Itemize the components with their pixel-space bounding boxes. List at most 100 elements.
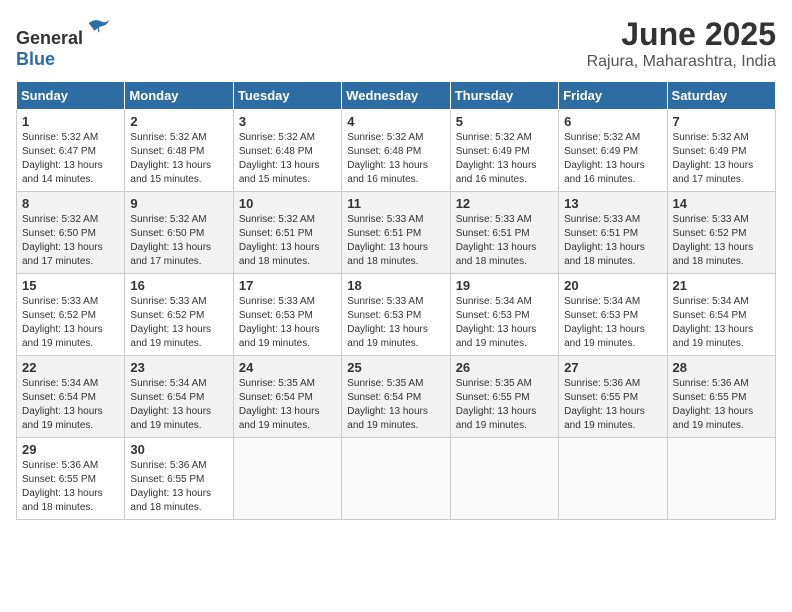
logo-bird-icon [85, 16, 113, 44]
location-subtitle: Rajura, Maharashtra, India [587, 53, 776, 71]
day-info: Sunrise: 5:33 AM Sunset: 6:52 PM Dayligh… [673, 213, 770, 269]
logo: General Blue [16, 16, 113, 70]
calendar-cell: 21 Sunrise: 5:34 AM Sunset: 6:54 PM Dayl… [667, 274, 775, 356]
header-cell-monday: Monday [125, 82, 233, 110]
header-cell-sunday: Sunday [17, 82, 125, 110]
day-number: 4 [347, 114, 444, 129]
day-number: 8 [22, 196, 119, 211]
day-info: Sunrise: 5:36 AM Sunset: 6:55 PM Dayligh… [130, 459, 227, 515]
calendar-header: SundayMondayTuesdayWednesdayThursdayFrid… [17, 82, 776, 110]
title-area: June 2025 Rajura, Maharashtra, India [587, 16, 776, 71]
day-number: 29 [22, 442, 119, 457]
day-info: Sunrise: 5:32 AM Sunset: 6:48 PM Dayligh… [130, 131, 227, 187]
day-number: 23 [130, 360, 227, 375]
calendar-cell: 19 Sunrise: 5:34 AM Sunset: 6:53 PM Dayl… [450, 274, 558, 356]
day-info: Sunrise: 5:33 AM Sunset: 6:51 PM Dayligh… [564, 213, 661, 269]
day-number: 30 [130, 442, 227, 457]
calendar-cell: 7 Sunrise: 5:32 AM Sunset: 6:49 PM Dayli… [667, 110, 775, 192]
calendar-cell: 14 Sunrise: 5:33 AM Sunset: 6:52 PM Dayl… [667, 192, 775, 274]
day-info: Sunrise: 5:36 AM Sunset: 6:55 PM Dayligh… [22, 459, 119, 515]
day-number: 12 [456, 196, 553, 211]
calendar-cell: 1 Sunrise: 5:32 AM Sunset: 6:47 PM Dayli… [17, 110, 125, 192]
day-info: Sunrise: 5:35 AM Sunset: 6:55 PM Dayligh… [456, 377, 553, 433]
day-info: Sunrise: 5:33 AM Sunset: 6:53 PM Dayligh… [347, 295, 444, 351]
calendar-cell: 8 Sunrise: 5:32 AM Sunset: 6:50 PM Dayli… [17, 192, 125, 274]
calendar-cell: 13 Sunrise: 5:33 AM Sunset: 6:51 PM Dayl… [559, 192, 667, 274]
calendar-cell [450, 438, 558, 520]
calendar-cell: 6 Sunrise: 5:32 AM Sunset: 6:49 PM Dayli… [559, 110, 667, 192]
calendar-cell: 10 Sunrise: 5:32 AM Sunset: 6:51 PM Dayl… [233, 192, 341, 274]
day-info: Sunrise: 5:33 AM Sunset: 6:53 PM Dayligh… [239, 295, 336, 351]
calendar-cell: 30 Sunrise: 5:36 AM Sunset: 6:55 PM Dayl… [125, 438, 233, 520]
day-number: 21 [673, 278, 770, 293]
calendar-cell: 2 Sunrise: 5:32 AM Sunset: 6:48 PM Dayli… [125, 110, 233, 192]
day-info: Sunrise: 5:35 AM Sunset: 6:54 PM Dayligh… [239, 377, 336, 433]
day-info: Sunrise: 5:34 AM Sunset: 6:54 PM Dayligh… [130, 377, 227, 433]
day-number: 5 [456, 114, 553, 129]
calendar-cell: 5 Sunrise: 5:32 AM Sunset: 6:49 PM Dayli… [450, 110, 558, 192]
day-info: Sunrise: 5:32 AM Sunset: 6:50 PM Dayligh… [130, 213, 227, 269]
day-number: 11 [347, 196, 444, 211]
calendar-cell: 22 Sunrise: 5:34 AM Sunset: 6:54 PM Dayl… [17, 356, 125, 438]
day-number: 13 [564, 196, 661, 211]
calendar-cell: 20 Sunrise: 5:34 AM Sunset: 6:53 PM Dayl… [559, 274, 667, 356]
day-number: 27 [564, 360, 661, 375]
calendar-cell [559, 438, 667, 520]
day-info: Sunrise: 5:33 AM Sunset: 6:52 PM Dayligh… [130, 295, 227, 351]
day-info: Sunrise: 5:36 AM Sunset: 6:55 PM Dayligh… [564, 377, 661, 433]
day-number: 24 [239, 360, 336, 375]
month-year-title: June 2025 [587, 16, 776, 53]
day-info: Sunrise: 5:35 AM Sunset: 6:54 PM Dayligh… [347, 377, 444, 433]
day-number: 22 [22, 360, 119, 375]
day-number: 17 [239, 278, 336, 293]
day-info: Sunrise: 5:33 AM Sunset: 6:51 PM Dayligh… [456, 213, 553, 269]
day-number: 20 [564, 278, 661, 293]
calendar-cell: 28 Sunrise: 5:36 AM Sunset: 6:55 PM Dayl… [667, 356, 775, 438]
day-info: Sunrise: 5:32 AM Sunset: 6:51 PM Dayligh… [239, 213, 336, 269]
calendar-cell: 17 Sunrise: 5:33 AM Sunset: 6:53 PM Dayl… [233, 274, 341, 356]
day-info: Sunrise: 5:32 AM Sunset: 6:49 PM Dayligh… [673, 131, 770, 187]
day-info: Sunrise: 5:32 AM Sunset: 6:47 PM Dayligh… [22, 131, 119, 187]
calendar-cell: 4 Sunrise: 5:32 AM Sunset: 6:48 PM Dayli… [342, 110, 450, 192]
calendar-cell: 24 Sunrise: 5:35 AM Sunset: 6:54 PM Dayl… [233, 356, 341, 438]
calendar-table: SundayMondayTuesdayWednesdayThursdayFrid… [16, 81, 776, 520]
day-number: 1 [22, 114, 119, 129]
calendar-week-row: 29 Sunrise: 5:36 AM Sunset: 6:55 PM Dayl… [17, 438, 776, 520]
calendar-cell: 26 Sunrise: 5:35 AM Sunset: 6:55 PM Dayl… [450, 356, 558, 438]
day-number: 28 [673, 360, 770, 375]
calendar-cell: 18 Sunrise: 5:33 AM Sunset: 6:53 PM Dayl… [342, 274, 450, 356]
day-number: 25 [347, 360, 444, 375]
day-number: 10 [239, 196, 336, 211]
day-number: 26 [456, 360, 553, 375]
calendar-cell: 12 Sunrise: 5:33 AM Sunset: 6:51 PM Dayl… [450, 192, 558, 274]
calendar-week-row: 22 Sunrise: 5:34 AM Sunset: 6:54 PM Dayl… [17, 356, 776, 438]
day-number: 6 [564, 114, 661, 129]
day-number: 7 [673, 114, 770, 129]
day-info: Sunrise: 5:32 AM Sunset: 6:50 PM Dayligh… [22, 213, 119, 269]
day-info: Sunrise: 5:32 AM Sunset: 6:49 PM Dayligh… [564, 131, 661, 187]
header-cell-wednesday: Wednesday [342, 82, 450, 110]
day-info: Sunrise: 5:32 AM Sunset: 6:48 PM Dayligh… [347, 131, 444, 187]
calendar-week-row: 8 Sunrise: 5:32 AM Sunset: 6:50 PM Dayli… [17, 192, 776, 274]
header-cell-friday: Friday [559, 82, 667, 110]
calendar-cell: 29 Sunrise: 5:36 AM Sunset: 6:55 PM Dayl… [17, 438, 125, 520]
day-number: 14 [673, 196, 770, 211]
day-info: Sunrise: 5:32 AM Sunset: 6:49 PM Dayligh… [456, 131, 553, 187]
day-number: 18 [347, 278, 444, 293]
day-number: 15 [22, 278, 119, 293]
day-info: Sunrise: 5:34 AM Sunset: 6:53 PM Dayligh… [564, 295, 661, 351]
calendar-cell: 27 Sunrise: 5:36 AM Sunset: 6:55 PM Dayl… [559, 356, 667, 438]
calendar-body: 1 Sunrise: 5:32 AM Sunset: 6:47 PM Dayli… [17, 110, 776, 520]
day-info: Sunrise: 5:33 AM Sunset: 6:52 PM Dayligh… [22, 295, 119, 351]
header-cell-thursday: Thursday [450, 82, 558, 110]
day-number: 9 [130, 196, 227, 211]
day-number: 16 [130, 278, 227, 293]
day-number: 3 [239, 114, 336, 129]
calendar-cell: 25 Sunrise: 5:35 AM Sunset: 6:54 PM Dayl… [342, 356, 450, 438]
header: General Blue June 2025 Rajura, Maharasht… [16, 16, 776, 71]
calendar-cell: 23 Sunrise: 5:34 AM Sunset: 6:54 PM Dayl… [125, 356, 233, 438]
day-info: Sunrise: 5:34 AM Sunset: 6:53 PM Dayligh… [456, 295, 553, 351]
header-cell-tuesday: Tuesday [233, 82, 341, 110]
calendar-cell: 11 Sunrise: 5:33 AM Sunset: 6:51 PM Dayl… [342, 192, 450, 274]
calendar-cell: 9 Sunrise: 5:32 AM Sunset: 6:50 PM Dayli… [125, 192, 233, 274]
